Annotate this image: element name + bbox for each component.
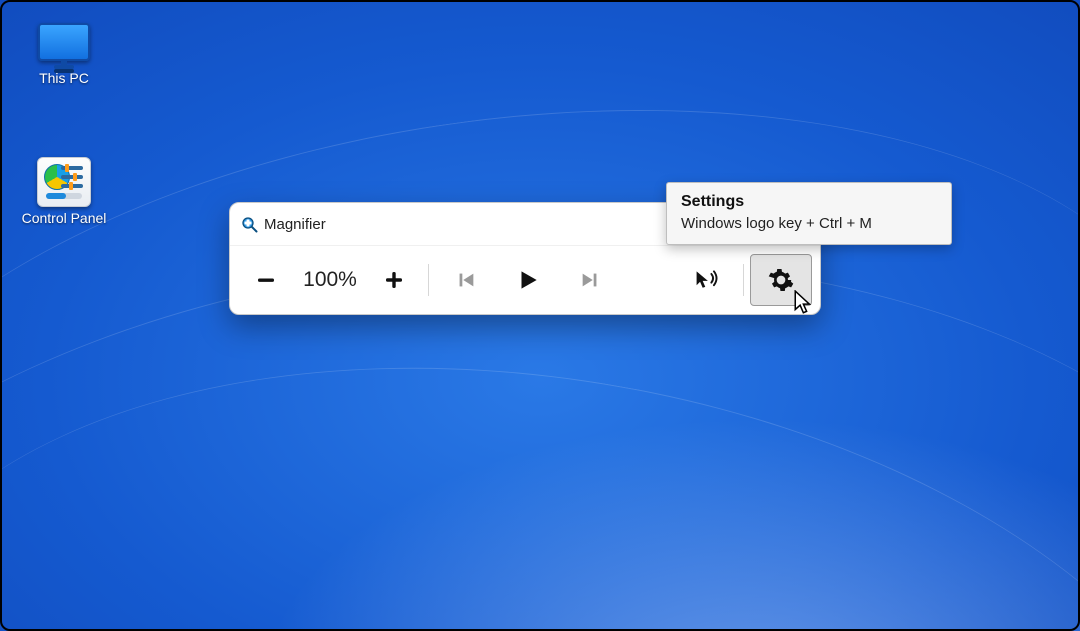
desktop-icon-label: Control Panel <box>14 210 114 226</box>
zoom-level-value: 100% <box>294 268 366 292</box>
next-button[interactable] <box>559 256 621 304</box>
settings-button[interactable] <box>750 254 812 306</box>
tooltip-title: Settings <box>681 193 937 211</box>
desktop-wallpaper <box>0 0 1080 631</box>
play-icon <box>515 267 541 293</box>
zoom-in-button[interactable] <box>366 256 422 304</box>
control-panel-icon <box>37 160 91 204</box>
window-title: Magnifier <box>264 216 326 233</box>
previous-button[interactable] <box>435 256 497 304</box>
settings-tooltip: Settings Windows logo key + Ctrl + M <box>666 182 952 245</box>
cursor-sound-icon <box>694 268 720 292</box>
magnifier-app-icon <box>240 215 258 233</box>
desktop-icon-control-panel[interactable]: Control Panel <box>14 160 114 226</box>
divider <box>743 264 744 296</box>
magnifier-toolbar: 100% <box>230 246 820 314</box>
desktop-icon-this-pc[interactable]: This PC <box>14 20 114 86</box>
read-aloud-cursor-button[interactable] <box>677 256 737 304</box>
play-button[interactable] <box>497 256 559 304</box>
desktop-icon-label: This PC <box>14 70 114 86</box>
skip-previous-icon <box>455 269 477 291</box>
divider <box>428 264 429 296</box>
tooltip-shortcut: Windows logo key + Ctrl + M <box>681 215 937 232</box>
minus-icon <box>254 268 278 292</box>
monitor-icon <box>37 20 91 64</box>
zoom-out-button[interactable] <box>238 256 294 304</box>
plus-icon <box>382 268 406 292</box>
skip-next-icon <box>579 269 601 291</box>
gear-icon <box>768 267 794 293</box>
